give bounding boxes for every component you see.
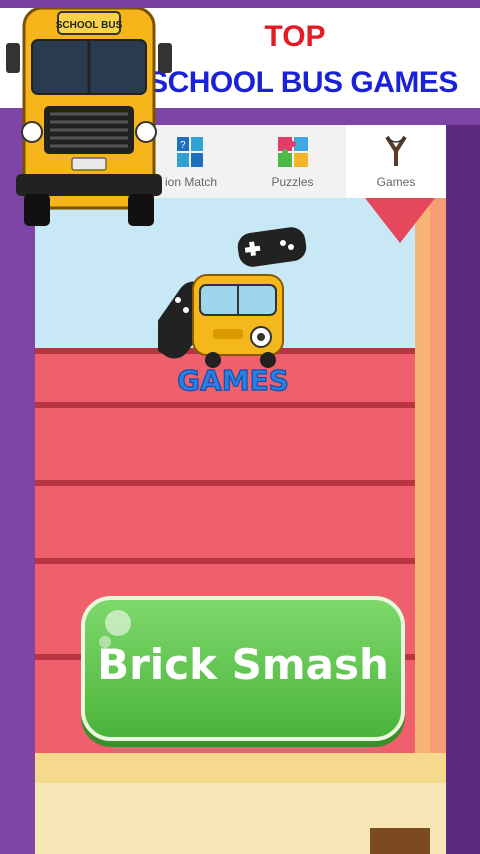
tab-ion-match-label: ion Match bbox=[165, 175, 218, 189]
game-background: GAMES Brick Smash bbox=[35, 198, 446, 854]
phone-side-shadow bbox=[445, 125, 480, 854]
wall-stripe bbox=[35, 408, 415, 480]
tab-games[interactable]: Games bbox=[346, 125, 446, 198]
brick-smash-button[interactable]: Brick Smash bbox=[81, 596, 405, 741]
heart-icon bbox=[365, 198, 435, 243]
title-school-bus-games: SCHOOL BUS GAMES bbox=[148, 66, 458, 99]
phone-screen: ? ion Match Puzzles Games GAMES Brick Sm… bbox=[35, 125, 446, 854]
top-purple-band bbox=[0, 0, 480, 8]
brick-smash-label: Brick Smash bbox=[97, 640, 389, 689]
title-top: TOP bbox=[264, 20, 326, 53]
school-bus-logo: SCHOOL BUS bbox=[6, 8, 172, 226]
games-logo: GAMES bbox=[158, 227, 307, 398]
tab-puzzles-label: Puzzles bbox=[271, 175, 314, 189]
gamepad-icon bbox=[237, 227, 307, 267]
slingshot-icon bbox=[385, 135, 407, 166]
tab-games-label: Games bbox=[376, 175, 416, 189]
tab-puzzles[interactable]: Puzzles bbox=[240, 125, 345, 198]
floor-band bbox=[35, 753, 446, 783]
svg-text:?: ? bbox=[180, 140, 186, 151]
floor-box bbox=[370, 828, 430, 854]
question-grid-icon: ? bbox=[177, 137, 203, 167]
wall-stripe bbox=[35, 486, 415, 558]
games-logo-text: GAMES bbox=[177, 364, 289, 397]
school-bus-icon bbox=[192, 274, 284, 368]
button-shine bbox=[105, 610, 131, 636]
puzzle-icon bbox=[278, 137, 308, 167]
bus-sign-text: SCHOOL BUS bbox=[56, 20, 123, 31]
